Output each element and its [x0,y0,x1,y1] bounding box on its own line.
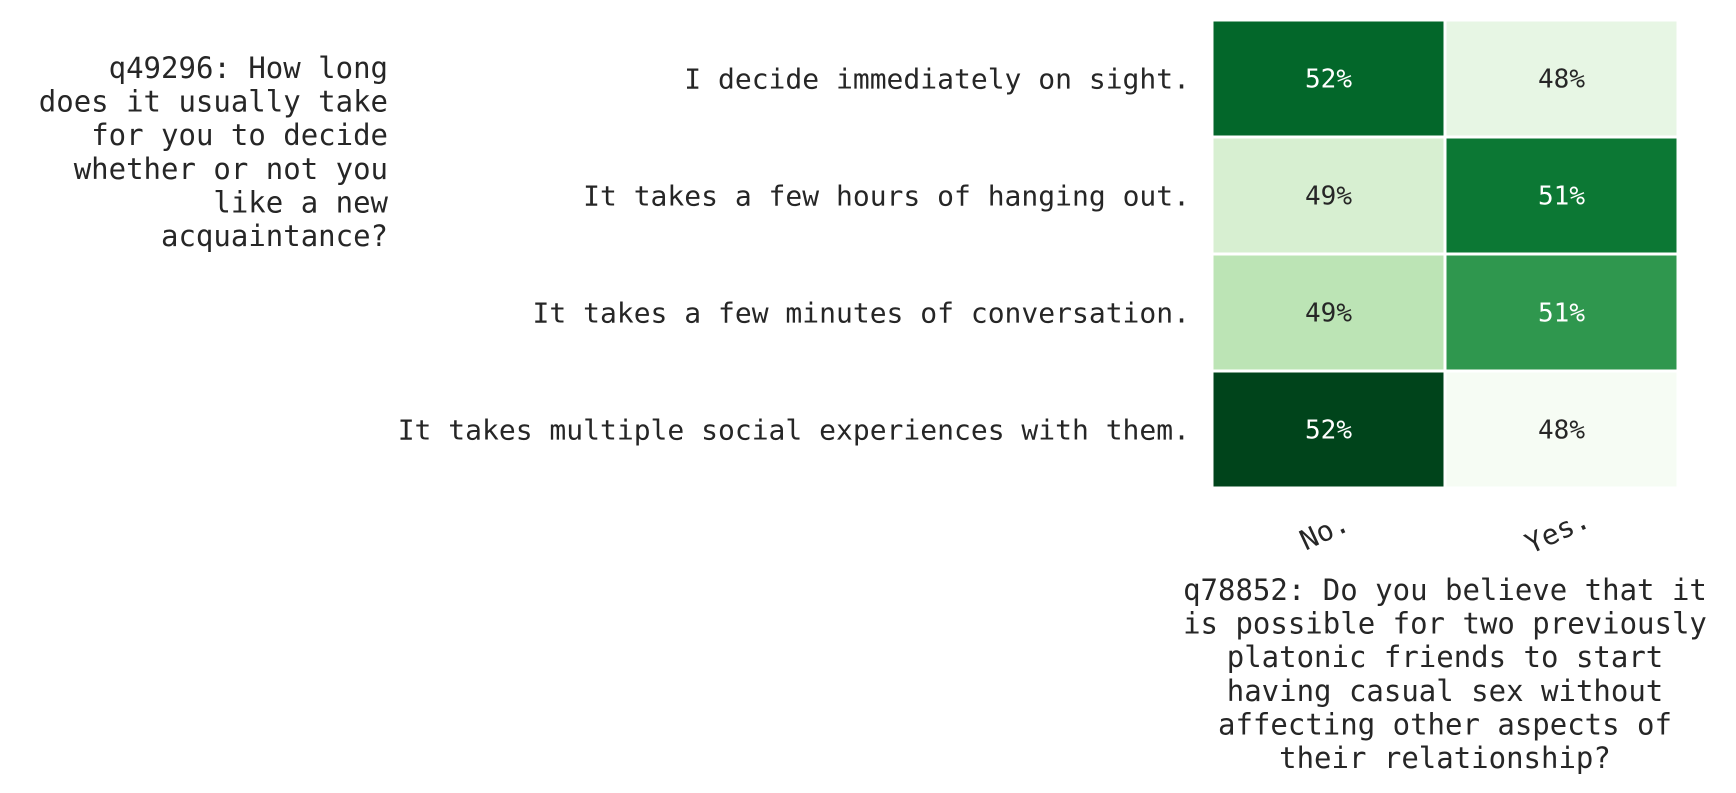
y-axis-title: q49296: How long does it usually take for … [39,51,389,253]
y-tick-labels: I decide immediately on sight. It takes a… [398,63,1190,447]
row-tick-label: It takes multiple social experiences wit… [398,414,1190,447]
row-tick-label: I decide immediately on sight. [684,63,1190,96]
row-tick-label: It takes a few hours of hanging out. [583,180,1190,213]
cell-value-label: 49% [1305,299,1352,329]
cell-value-label: 48% [1538,65,1585,95]
heatmap-cells [1210,18,1680,490]
cell-value-label: 51% [1538,182,1585,212]
x-tick-labels: No. Yes. [1295,502,1595,560]
column-tick-label: Yes. [1520,502,1595,560]
cell-value-label: 48% [1538,416,1585,446]
cell-value-label: 52% [1305,416,1352,446]
heatmap-chart: 52% 48% 49% 51% 49% 51% 52% 48% I decide immedi… [39,18,1707,775]
row-tick-label: It takes a few minutes of conversation. [533,297,1190,330]
cell-value-label: 51% [1538,299,1585,329]
x-axis-title: q78852: Do you believe that it is possibl… [1183,573,1707,775]
column-tick-label: No. [1295,506,1355,557]
cell-value-label: 52% [1305,65,1352,95]
cell-value-label: 49% [1305,182,1352,212]
